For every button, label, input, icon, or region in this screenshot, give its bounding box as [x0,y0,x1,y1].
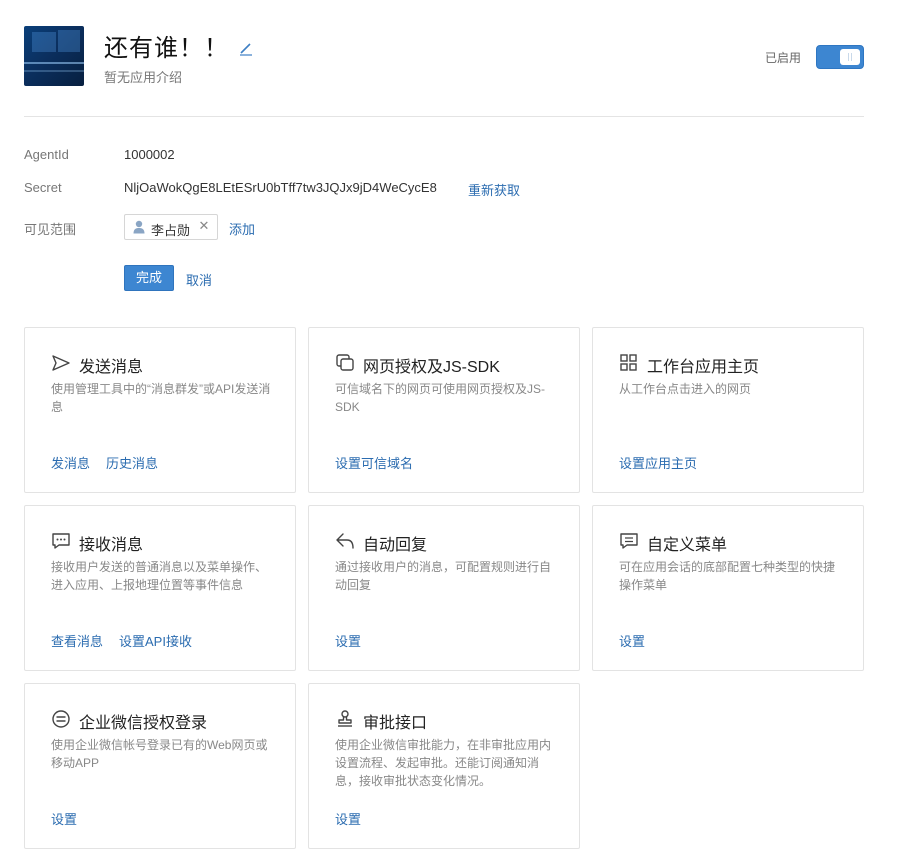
set-api-receive-link[interactable]: 设置API接收 [119,634,192,649]
card-approval-api: 审批接口 使用企业微信审批能力，在非审批应用内设置流程、发起审批。还能订阅通知消… [308,683,580,849]
remove-member-icon[interactable]: ✕ [197,219,211,233]
wechat-login-settings-link[interactable]: 设置 [51,812,77,827]
agentid-value: 1000002 [124,147,175,162]
wechat-login-icon [52,710,70,728]
enable-toggle[interactable] [816,45,864,69]
card-title: 审批接口 [363,715,428,732]
member-tag: 李占勋 ✕ [124,214,218,240]
card-title: 自定义菜单 [647,537,728,554]
card-description: 从工作台点击进入的网页 [619,382,752,396]
card-description: 可信域名下的网页可使用网页授权及JS-SDK [335,382,546,414]
auto-reply-settings-link[interactable]: 设置 [335,634,361,649]
card-workbench-home: 工作台应用主页 从工作台点击进入的网页 设置应用主页 [592,327,864,493]
approval-stamp-icon [338,710,352,727]
card-custom-menu: 自定义菜单 可在应用会话的底部配置七种类型的快捷操作菜单 设置 [592,505,864,671]
card-receive-message: 接收消息 接收用户发送的普通消息以及菜单操作、进入应用、上报地理位置等事件信息 … [24,505,296,671]
app-description: 暂无应用介绍 [104,70,183,85]
cancel-link[interactable]: 取消 [186,270,212,289]
menu-icon [620,533,638,549]
regenerate-secret-link[interactable]: 重新获取 [468,180,520,199]
card-title: 接收消息 [79,537,144,554]
card-webpage-auth: 网页授权及JS-SDK 可信域名下的网页可使用网页授权及JS-SDK 设置可信域… [308,327,580,493]
add-member-link[interactable]: 添加 [229,219,255,238]
divider [24,116,864,117]
card-send-message: 发送消息 使用管理工具中的“消息群发”或API发送消息 发消息 历史消息 [24,327,296,493]
card-description: 通过接收用户的消息，可配置规则进行自动回复 [335,560,552,592]
toggle-knob [840,49,860,65]
card-title: 网页授权及JS-SDK [363,359,500,376]
set-home-page-link[interactable]: 设置应用主页 [619,456,697,471]
card-description: 使用企业微信帐号登录已有的Web网页或移动APP [51,738,268,770]
message-history-link[interactable]: 历史消息 [106,456,158,471]
card-title: 发送消息 [79,359,144,376]
agentid-label: AgentId [24,147,69,162]
card-wechat-login: 企业微信授权登录 使用企业微信帐号登录已有的Web网页或移动APP 设置 [24,683,296,849]
webpage-auth-icon [336,354,354,371]
edit-icon[interactable] [238,40,254,56]
card-description: 可在应用会话的底部配置七种类型的快捷操作菜单 [619,560,836,592]
card-description: 使用企业微信审批能力，在非审批应用内设置流程、发起审批。还能订阅通知消息，接收审… [335,738,552,788]
approval-settings-link[interactable]: 设置 [335,812,361,827]
member-name: 李占勋 [151,223,191,238]
chat-icon [52,533,70,549]
card-description: 使用管理工具中的“消息群发”或API发送消息 [51,382,271,414]
view-messages-link[interactable]: 查看消息 [51,634,103,649]
send-message-link[interactable]: 发消息 [51,456,90,471]
user-icon [133,220,145,234]
card-description: 接收用户发送的普通消息以及菜单操作、进入应用、上报地理位置等事件信息 [51,560,268,592]
send-icon [52,355,70,371]
done-button[interactable]: 完成 [124,265,174,291]
app-title: 还有谁！！ [104,35,229,62]
card-title: 工作台应用主页 [647,359,760,376]
reply-icon [336,533,354,549]
app-logo [24,26,84,86]
grid-icon [620,354,637,371]
set-trusted-domain-link[interactable]: 设置可信域名 [335,456,413,471]
status-label: 已启用 [765,51,802,65]
app-header: 还有谁！！ 暂无应用介绍 已启用 [24,26,864,86]
card-title: 企业微信授权登录 [79,715,208,732]
card-auto-reply: 自动回复 通过接收用户的消息，可配置规则进行自动回复 设置 [308,505,580,671]
secret-label: Secret [24,180,62,195]
card-title: 自动回复 [363,537,428,554]
secret-value: NljOaWokQgE8LEtESrU0bTff7tw3JQJx9jD4WeCy… [124,180,437,195]
scope-label: 可见范围 [24,222,77,237]
custom-menu-settings-link[interactable]: 设置 [619,634,645,649]
